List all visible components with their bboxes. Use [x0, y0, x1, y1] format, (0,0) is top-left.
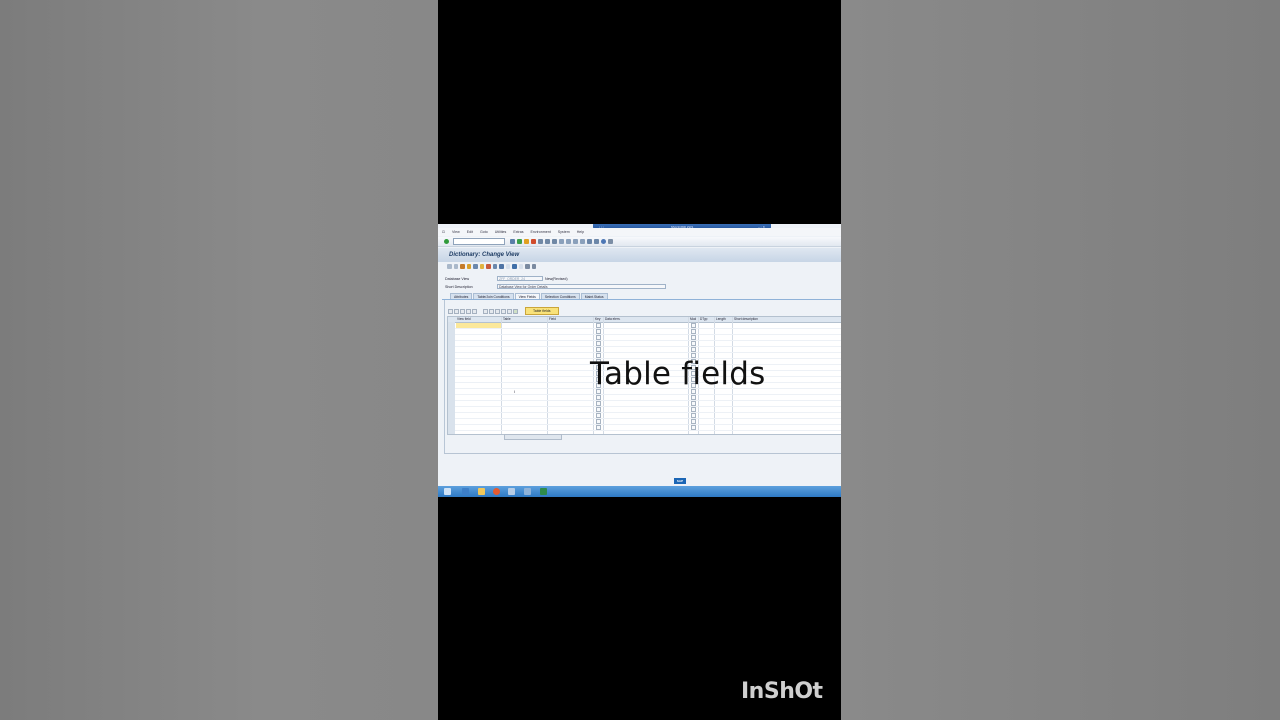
undo-icon[interactable]	[507, 308, 512, 314]
find-next-icon[interactable]	[552, 239, 557, 244]
object-list-icon[interactable]	[492, 264, 497, 269]
menu-system[interactable]: System	[558, 230, 570, 234]
insert-row-icon[interactable]	[483, 308, 488, 314]
sap-menu-icon[interactable]: ⊡	[442, 230, 445, 234]
next-page-icon[interactable]	[573, 239, 578, 244]
menu-bar: ⊡ View Edit Goto Utilities Extras Enviro…	[438, 228, 841, 236]
display-change-icon[interactable]	[453, 264, 458, 269]
menu-edit[interactable]: Edit	[467, 230, 473, 234]
inshot-watermark: InShOt	[741, 679, 823, 704]
browser-icon[interactable]	[493, 488, 500, 495]
create-entries-icon[interactable]	[531, 264, 536, 269]
menu-extras[interactable]: Extras	[513, 230, 523, 234]
where-used-icon[interactable]	[473, 264, 478, 269]
delete-row-icon[interactable]	[489, 308, 494, 314]
table-row[interactable]	[455, 424, 841, 431]
find-icon[interactable]	[545, 239, 550, 244]
paste-icon[interactable]	[472, 308, 477, 314]
activate-icon[interactable]	[466, 264, 471, 269]
hierarchy-icon[interactable]	[486, 264, 491, 269]
check-icon[interactable]	[460, 264, 465, 269]
blurred-background-right	[841, 0, 1280, 720]
details-icon[interactable]	[513, 308, 518, 314]
explorer-icon[interactable]	[462, 488, 469, 495]
insert-block-icon[interactable]	[495, 308, 500, 314]
horizontal-scrollbar[interactable]	[504, 434, 562, 440]
technical-settings-icon[interactable]	[512, 264, 517, 269]
last-page-icon[interactable]	[580, 239, 585, 244]
standard-toolbar	[438, 237, 841, 247]
sap-gui-task-icon[interactable]	[524, 488, 531, 495]
mod-checkbox[interactable]	[691, 425, 696, 430]
menu-environment[interactable]: Environment	[531, 230, 551, 234]
new-session-icon[interactable]	[587, 239, 592, 244]
start-icon[interactable]	[444, 488, 451, 495]
table-fields-button[interactable]: Table fields	[525, 307, 559, 315]
first-page-icon[interactable]	[559, 239, 564, 244]
text-cursor: I	[514, 389, 516, 394]
excel-icon[interactable]	[540, 488, 547, 495]
sap-logon-icon[interactable]	[508, 488, 515, 495]
info-icon[interactable]	[499, 264, 504, 269]
exit-icon[interactable]	[524, 239, 529, 244]
print-icon[interactable]	[538, 239, 543, 244]
menu-utilities[interactable]: Utilities	[495, 230, 507, 234]
application-toolbar	[447, 264, 536, 269]
deselect-all-icon[interactable]	[454, 308, 459, 314]
shortcut-icon[interactable]	[594, 239, 599, 244]
short-description-label: Short Description	[445, 285, 473, 289]
folder-icon[interactable]	[478, 488, 485, 495]
prev-page-icon[interactable]	[566, 239, 571, 244]
delete-block-icon[interactable]	[501, 308, 506, 314]
help-icon[interactable]	[601, 239, 606, 244]
separator	[505, 264, 510, 269]
database-view-label: Database View	[445, 277, 470, 281]
sap-logo: SAP	[674, 478, 686, 484]
command-field[interactable]	[453, 238, 505, 245]
other-object-icon[interactable]	[447, 264, 452, 269]
menu-goto[interactable]: Goto	[480, 230, 488, 234]
blurred-background-left	[0, 0, 438, 720]
enter-icon[interactable]	[444, 239, 449, 244]
cut-icon[interactable]	[460, 308, 465, 314]
key-checkbox[interactable]	[596, 425, 601, 430]
back-icon[interactable]	[517, 239, 522, 244]
row-selector-column[interactable]	[448, 322, 455, 434]
copy-icon[interactable]	[466, 308, 471, 314]
status-bar-divider	[444, 453, 841, 454]
separator	[518, 264, 523, 269]
save-icon[interactable]	[510, 239, 515, 244]
database-view-field[interactable]: ZFF_ORDER_24	[497, 276, 543, 281]
database-view-status: New(Revised)	[545, 277, 568, 281]
menu-help[interactable]: Help	[577, 230, 584, 234]
layout-menu-icon[interactable]	[608, 239, 613, 244]
grid-toolbar: Table fields	[448, 307, 559, 315]
edit-icon[interactable]	[479, 264, 484, 269]
cancel-icon[interactable]	[531, 239, 536, 244]
contents-icon[interactable]	[525, 264, 530, 269]
video-caption: Table fields	[590, 356, 766, 392]
select-all-icon[interactable]	[448, 308, 453, 314]
short-description-field[interactable]: Database View for Order Details	[497, 284, 666, 289]
page-title: Dictionary: Change View	[449, 252, 520, 258]
windows-taskbar	[438, 486, 841, 497]
menu-view[interactable]: View	[452, 230, 460, 234]
